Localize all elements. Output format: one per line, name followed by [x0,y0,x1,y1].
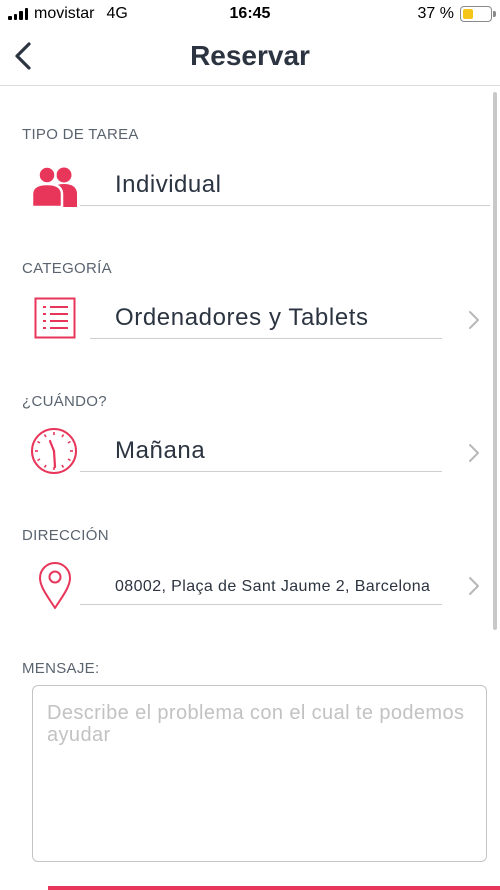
chevron-right-icon [469,577,479,595]
task-type-field[interactable]: Individual [0,155,500,210]
when-value: Mañana [115,437,206,464]
clock-icon [31,428,77,474]
when-label: ¿CUÁNDO? [22,393,107,410]
users-icon [30,165,77,207]
message-box[interactable] [32,685,487,862]
task-type-value: Individual [115,171,222,198]
task-type-underline [80,205,490,206]
chevron-right-icon [469,311,479,329]
message-label: MENSAJE: [22,660,100,677]
category-field[interactable]: Ordenadores y Tablets [0,292,500,347]
battery-fill [463,9,473,19]
when-field[interactable]: Mañana [0,425,500,480]
list-icon [34,297,76,339]
status-right: 37 % [417,5,496,23]
battery-percent: 37 % [417,5,454,22]
message-input[interactable] [47,702,472,845]
address-field[interactable]: 08002, Plaça de Sant Jaume 2, Barcelona [0,560,500,612]
when-underline [80,471,442,472]
chevron-right-icon [469,444,479,462]
category-label: CATEGORÍA [22,260,112,277]
status-bar: movistar 4G 16:45 37 % [0,0,500,30]
task-type-label: TIPO DE TAREA [22,126,139,143]
battery-tip [493,11,496,17]
address-label: DIRECCIÓN [22,527,109,544]
page-title: Reservar [190,40,310,71]
nav-bar: Reservar [0,30,500,86]
category-value: Ordenadores y Tablets [115,304,369,331]
bottom-accent-bar [48,886,500,890]
battery-icon [460,6,496,22]
address-underline [80,604,442,605]
address-value: 08002, Plaça de Sant Jaume 2, Barcelona [115,578,431,595]
location-pin-icon [39,562,71,609]
category-underline [90,338,442,339]
